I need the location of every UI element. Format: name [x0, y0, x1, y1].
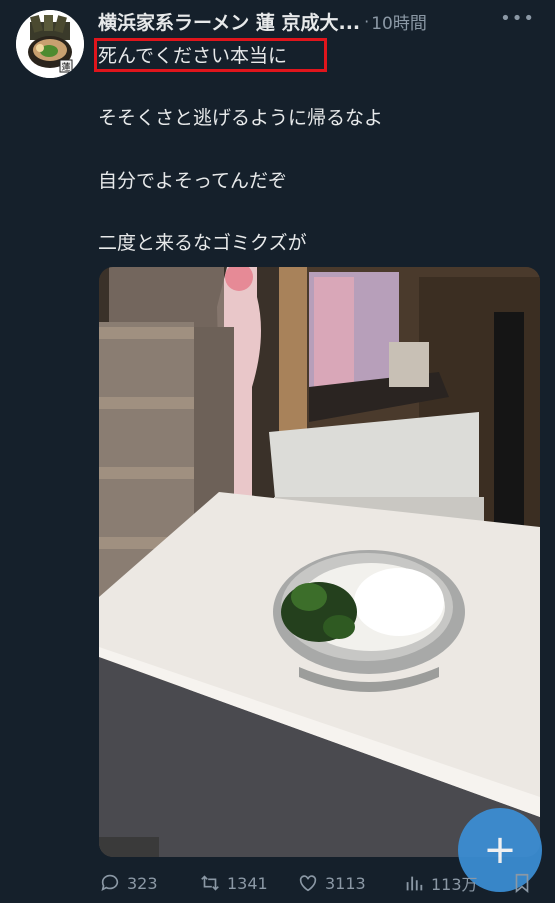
- avatar[interactable]: 蓮: [16, 10, 84, 78]
- tweet-photo[interactable]: [99, 267, 540, 857]
- like-action[interactable]: 3113: [297, 872, 403, 894]
- ramen-logo-image: 蓮: [16, 10, 84, 78]
- retweet-count: 1341: [227, 873, 268, 893]
- tweet-time[interactable]: 10時間: [371, 9, 427, 34]
- retweet-action[interactable]: 1341: [199, 872, 297, 894]
- tweet-text-line-2: そそくさと逃げるように帰るなよ: [98, 107, 384, 129]
- plus-icon: +: [483, 827, 517, 873]
- author-name[interactable]: 横浜家系ラーメン 蓮 京成大...: [98, 8, 360, 35]
- bookmark-action[interactable]: [511, 872, 533, 894]
- tweet-header: 横浜家系ラーメン 蓮 京成大... · 10時間 •••: [98, 8, 535, 34]
- svg-text:蓮: 蓮: [61, 61, 70, 73]
- tweet-text-line-3: 自分でよそってんだぞ: [98, 170, 288, 192]
- like-count: 3113: [325, 873, 366, 893]
- reply-icon: [101, 874, 119, 891]
- ramen-shop-counter-photo: [99, 267, 540, 857]
- views-action[interactable]: 113万: [403, 871, 511, 895]
- reply-action[interactable]: 323: [99, 872, 199, 894]
- reply-count: 323: [127, 873, 158, 893]
- retweet-icon: [201, 875, 219, 891]
- like-icon: [299, 875, 317, 892]
- bookmark-icon: [515, 873, 529, 894]
- views-count: 113万: [431, 875, 478, 894]
- red-highlight-box: [94, 38, 327, 72]
- tweet-actions: 323 1341 3113 113万: [99, 868, 539, 898]
- views-icon: [406, 876, 423, 891]
- tweet-text-line-4: 二度と来るなゴミクズが: [98, 232, 307, 254]
- separator-dot: ·: [364, 11, 370, 31]
- more-icon[interactable]: •••: [500, 8, 535, 29]
